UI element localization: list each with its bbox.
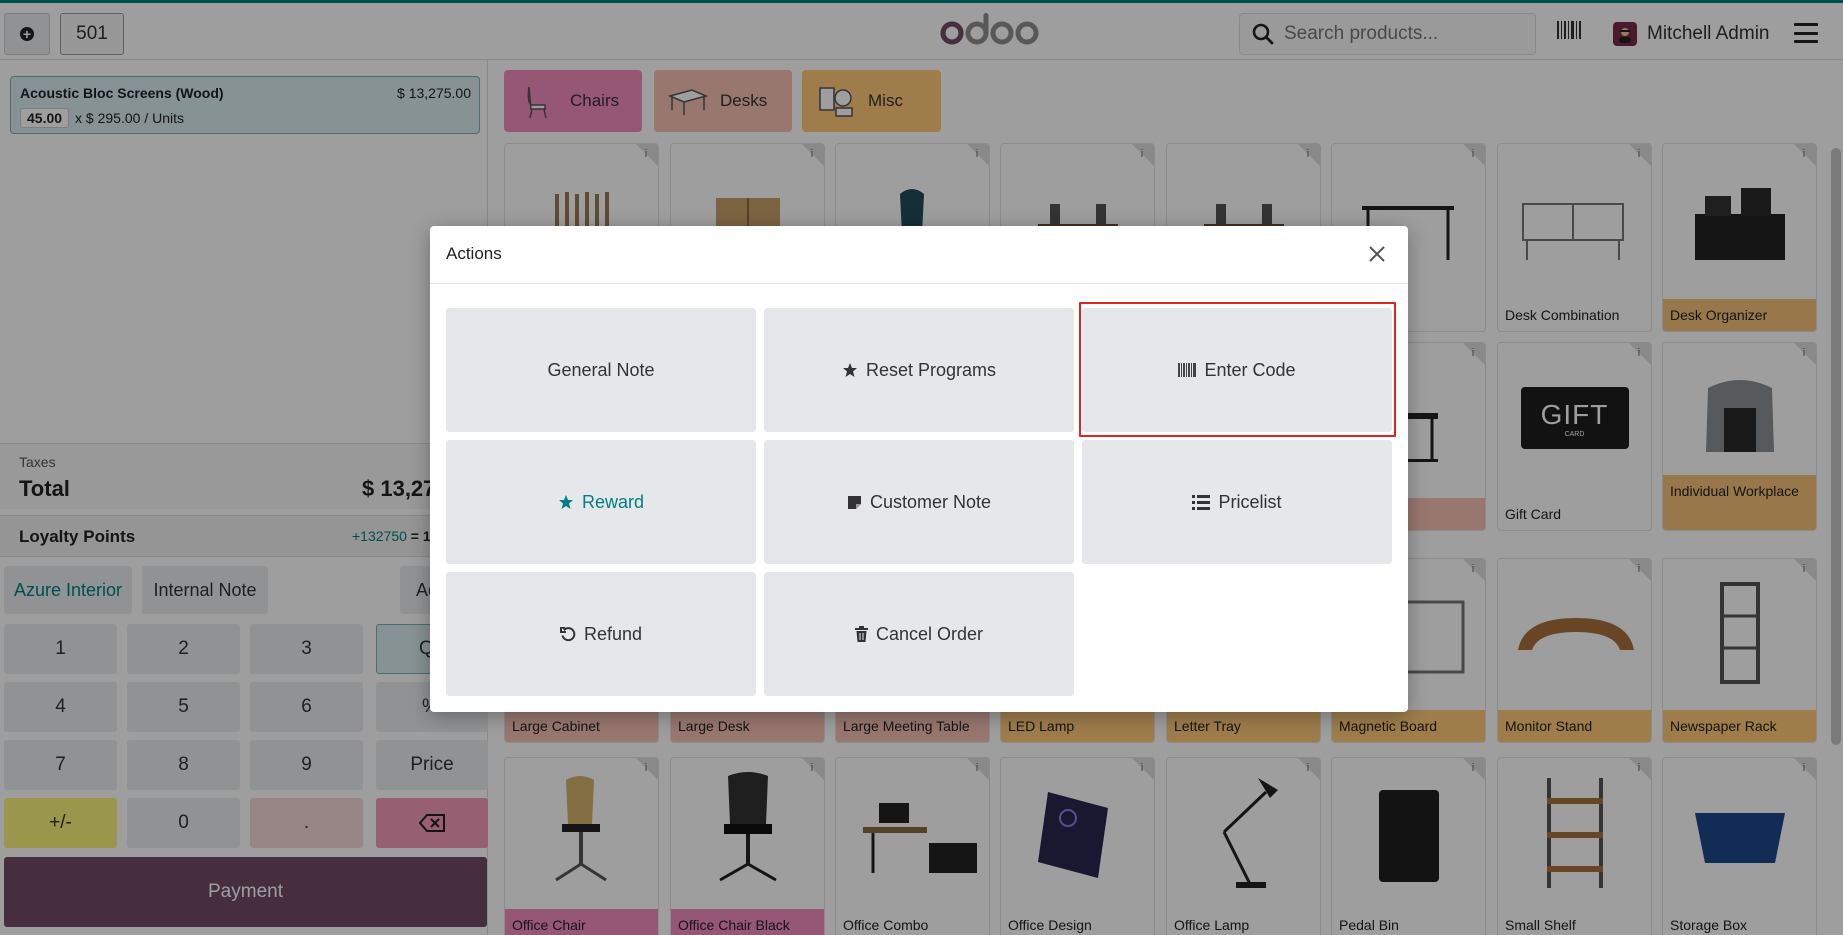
cancel-order-button[interactable]: Cancel Order <box>764 572 1074 696</box>
dialog-title: Actions <box>446 244 502 263</box>
star-icon <box>558 494 574 510</box>
enter-code-button[interactable]: Enter Code <box>1082 308 1392 432</box>
reward-label: Reward <box>581 491 645 512</box>
general-note-label: General Note <box>547 359 655 380</box>
list-icon <box>1192 494 1211 510</box>
close-icon[interactable] <box>1367 244 1387 264</box>
enter-code-label: Enter Code <box>1204 359 1296 380</box>
refund-button[interactable]: Refund <box>446 572 756 696</box>
customer-note-label: Customer Note <box>869 491 992 512</box>
star-icon <box>842 362 858 378</box>
reset-programs-button[interactable]: Reset Programs <box>764 308 1074 432</box>
general-note-button[interactable]: General Note <box>446 308 756 432</box>
pricelist-label: Pricelist <box>1218 491 1282 512</box>
sticky-note-icon <box>847 495 862 510</box>
undo-icon <box>559 626 576 642</box>
reward-button[interactable]: Reward <box>446 440 756 564</box>
cancel-order-label: Cancel Order <box>875 623 984 644</box>
refund-label: Refund <box>583 623 643 644</box>
barcode-icon <box>1178 363 1197 377</box>
dialog-header: Actions <box>430 226 1408 284</box>
reset-programs-label: Reset Programs <box>865 359 997 380</box>
trash-icon <box>854 626 868 642</box>
pricelist-button[interactable]: Pricelist <box>1082 440 1392 564</box>
customer-note-button[interactable]: Customer Note <box>764 440 1074 564</box>
